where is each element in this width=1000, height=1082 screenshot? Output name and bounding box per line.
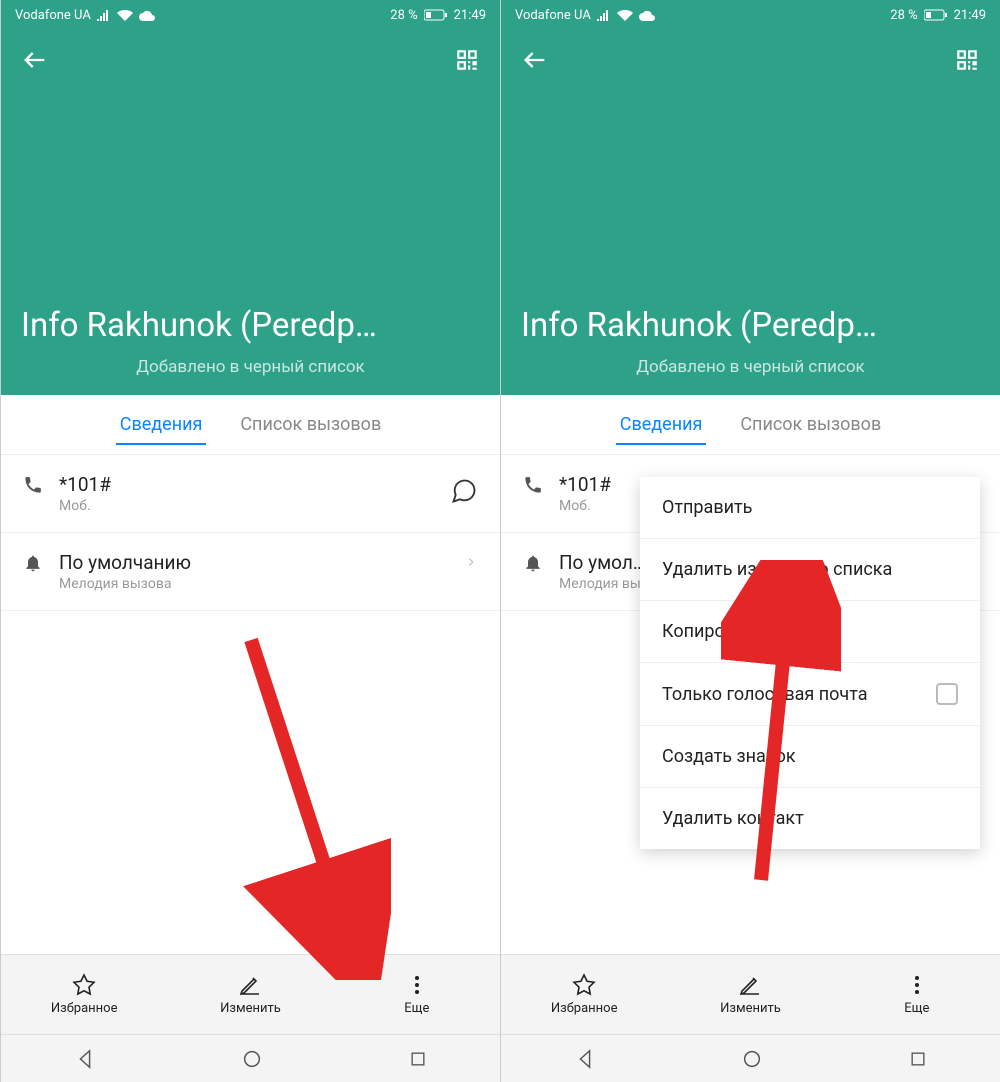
more-label: Еще — [404, 1001, 429, 1016]
more-vert-icon — [405, 973, 429, 997]
details-list: *101# Моб. По умолчанию Мелодия вызова — [1, 455, 500, 954]
time-label: 21:49 — [454, 8, 486, 23]
details-list: *101# Моб. По умол… Мелодия вызова Отпра… — [501, 455, 1000, 954]
back-icon[interactable] — [521, 46, 549, 74]
edit-label: Изменить — [720, 1001, 781, 1016]
battery-pct: 28 % — [390, 8, 417, 23]
cloud-icon — [139, 9, 155, 21]
tab-call-log[interactable]: Список вызовов — [236, 398, 385, 451]
wifi-icon — [617, 9, 633, 21]
menu-create-shortcut[interactable]: Создать значок — [640, 726, 980, 788]
status-bar: Vodafone UA 28 % 21:49 — [501, 0, 1000, 30]
action-bar: Избранное Изменить Еще — [1, 954, 500, 1034]
carrier-label: Vodafone UA — [15, 8, 91, 23]
qr-icon[interactable] — [454, 47, 480, 73]
nav-back-icon[interactable] — [74, 1048, 96, 1070]
phone-right: Vodafone UA 28 % 21:49 Info Rakhunok (Pe… — [500, 0, 1000, 1082]
wifi-icon — [117, 9, 133, 21]
battery-icon — [924, 9, 948, 21]
contact-subtitle: Добавлено в черный список — [1, 357, 500, 377]
menu-delete-contact[interactable]: Удалить контакт — [640, 788, 980, 849]
contact-header: Info Rakhunok (Peredp… Добавлено в черны… — [1, 30, 500, 395]
tabs: Сведения Список вызовов — [501, 395, 1000, 455]
battery-pct: 28 % — [890, 8, 917, 23]
nav-home-icon[interactable] — [241, 1048, 263, 1070]
tab-details[interactable]: Сведения — [116, 398, 207, 451]
back-icon[interactable] — [21, 46, 49, 74]
bell-icon — [23, 553, 43, 573]
signal-icon — [97, 9, 111, 21]
contact-name: Info Rakhunok (Peredp… — [521, 306, 980, 345]
tab-details[interactable]: Сведения — [616, 398, 707, 451]
ringtone-row[interactable]: По умолчанию Мелодия вызова — [1, 533, 500, 611]
nav-recent-icon[interactable] — [908, 1049, 928, 1069]
favorite-label: Избранное — [551, 1001, 618, 1016]
message-icon[interactable] — [450, 477, 478, 505]
edit-button[interactable]: Изменить — [167, 973, 333, 1016]
favorite-label: Избранное — [51, 1001, 118, 1016]
phone-type: Моб. — [59, 498, 442, 514]
star-icon — [572, 973, 596, 997]
favorite-button[interactable]: Избранное — [1, 973, 167, 1016]
system-nav — [1, 1034, 500, 1082]
cloud-icon — [639, 9, 655, 21]
nav-recent-icon[interactable] — [408, 1049, 428, 1069]
menu-voicemail-only[interactable]: Только голосовая почта — [640, 663, 980, 726]
signal-icon — [597, 9, 611, 21]
ringtone-title: По умолчанию — [59, 551, 442, 574]
pencil-icon — [238, 973, 262, 997]
more-vert-icon — [905, 973, 929, 997]
status-bar: Vodafone UA 28 % 21:49 — [1, 0, 500, 30]
edit-button[interactable]: Изменить — [667, 973, 833, 1016]
phone-number: *101# — [59, 473, 442, 496]
nav-home-icon[interactable] — [741, 1048, 763, 1070]
contact-subtitle: Добавлено в черный список — [501, 357, 1000, 377]
star-icon — [72, 973, 96, 997]
more-button[interactable]: Еще — [834, 973, 1000, 1016]
more-menu: Отправить Удалить из черного списка Копи… — [640, 477, 980, 849]
ringtone-subtitle: Мелодия вызова — [59, 576, 442, 592]
contact-name: Info Rakhunok (Peredp… — [21, 306, 480, 345]
tab-call-log[interactable]: Список вызовов — [736, 398, 885, 451]
voicemail-checkbox[interactable] — [936, 683, 958, 705]
action-bar: Избранное Изменить Еще — [501, 954, 1000, 1034]
phone-number-row[interactable]: *101# Моб. — [1, 455, 500, 533]
carrier-label: Vodafone UA — [515, 8, 591, 23]
favorite-button[interactable]: Избранное — [501, 973, 667, 1016]
more-label: Еще — [904, 1001, 929, 1016]
bell-icon — [523, 553, 543, 573]
edit-label: Изменить — [220, 1001, 281, 1016]
phone-icon — [23, 475, 43, 495]
contact-header: Info Rakhunok (Peredp… Добавлено в черны… — [501, 30, 1000, 395]
menu-remove-blacklist[interactable]: Удалить из черного списка — [640, 539, 980, 601]
phone-icon — [523, 475, 543, 495]
qr-icon[interactable] — [954, 47, 980, 73]
menu-send[interactable]: Отправить — [640, 477, 980, 539]
nav-back-icon[interactable] — [574, 1048, 596, 1070]
chevron-right-icon — [464, 555, 478, 569]
more-button[interactable]: Еще — [334, 973, 500, 1016]
battery-icon — [424, 9, 448, 21]
pencil-icon — [738, 973, 762, 997]
phone-left: Vodafone UA 28 % 21:49 Info Rakhunok (Pe… — [0, 0, 500, 1082]
time-label: 21:49 — [954, 8, 986, 23]
menu-copy[interactable]: Копировать — [640, 601, 980, 663]
tabs: Сведения Список вызовов — [1, 395, 500, 455]
system-nav — [501, 1034, 1000, 1082]
